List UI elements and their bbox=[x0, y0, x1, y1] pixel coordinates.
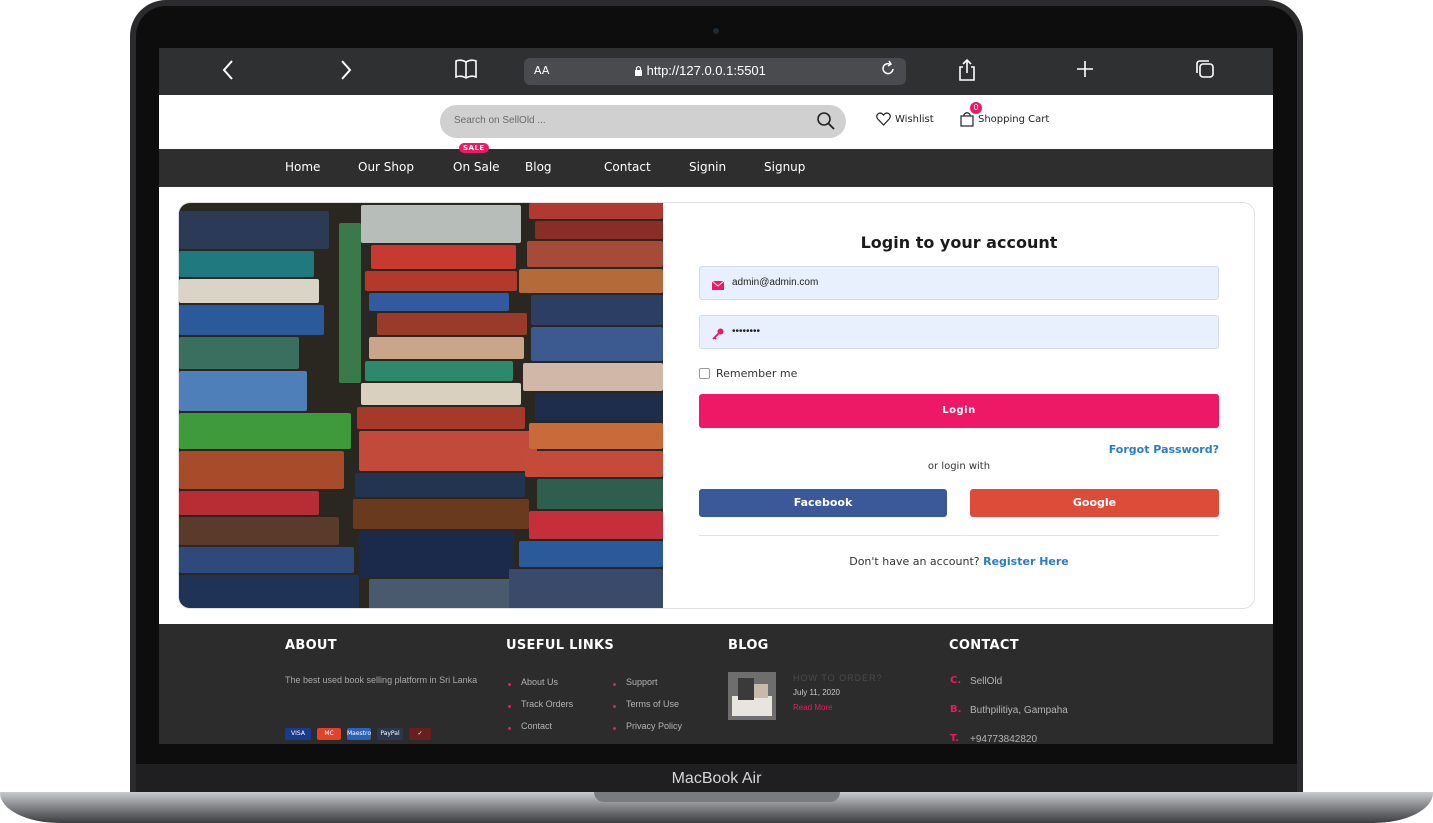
lock-icon bbox=[635, 65, 642, 76]
blog-post-date: July 11, 2020 bbox=[793, 688, 840, 697]
nav-our-shop[interactable]: Our Shop bbox=[358, 160, 414, 174]
book-icon[interactable] bbox=[454, 58, 478, 87]
camera bbox=[713, 28, 719, 34]
footer-link-contact[interactable]: Contact bbox=[521, 721, 552, 731]
key-icon bbox=[712, 325, 724, 340]
remember-me[interactable]: Remember me bbox=[699, 367, 797, 380]
main-nav: Home Our Shop SALE On Sale Blog Contact … bbox=[159, 143, 1273, 187]
blog-read-more-link[interactable]: Read More bbox=[793, 703, 833, 712]
contact-company: SellOld bbox=[970, 676, 1003, 687]
url-row: http://127.0.0.1:5501 bbox=[634, 63, 794, 78]
footer-link-support[interactable]: Support bbox=[626, 677, 658, 687]
footer-link-terms[interactable]: Terms of Use bbox=[626, 699, 679, 709]
visa-icon: VISA bbox=[285, 728, 311, 740]
chevron-right-icon[interactable] bbox=[339, 58, 353, 89]
footer-link-about-us[interactable]: About Us bbox=[521, 677, 558, 687]
browser-toolbar: AA http://127.0.0.1:5501 bbox=[159, 48, 1273, 95]
paypal-icon: PayPal bbox=[377, 728, 403, 740]
search-bar[interactable]: Search on SellOld ... bbox=[440, 105, 846, 138]
cart-label: Shopping Cart bbox=[978, 113, 1050, 125]
wishlist-label: Wishlist bbox=[895, 113, 934, 125]
footer-contact-heading: CONTACT bbox=[949, 638, 1019, 653]
footer-links-heading: USEFUL LINKS bbox=[506, 638, 615, 653]
blog-post-title[interactable]: HOW TO ORDER? bbox=[793, 673, 883, 683]
remember-checkbox[interactable] bbox=[699, 368, 710, 379]
email-field[interactable]: admin@admin.com bbox=[699, 266, 1219, 300]
search-icon[interactable] bbox=[816, 111, 836, 131]
heart-icon bbox=[876, 112, 891, 126]
envelope-icon bbox=[711, 276, 725, 290]
password-field[interactable]: •••••••• bbox=[699, 315, 1219, 349]
login-card: Login to your account admin@admin.com ••… bbox=[178, 202, 1255, 609]
share-icon[interactable] bbox=[957, 58, 977, 89]
nav-blog[interactable]: Blog bbox=[525, 160, 552, 174]
remember-label: Remember me bbox=[716, 367, 798, 380]
contact-letter-c: C. bbox=[950, 675, 962, 686]
shopping-cart-link[interactable]: 0 Shopping Cart bbox=[959, 102, 1050, 129]
reload-icon[interactable] bbox=[882, 60, 896, 80]
cart-count-badge: 0 bbox=[970, 102, 982, 114]
nav-home[interactable]: Home bbox=[285, 160, 320, 174]
footer-blog-heading: BLOG bbox=[728, 638, 769, 653]
contact-letter-t: T. bbox=[950, 733, 960, 744]
tabs-icon[interactable] bbox=[1194, 58, 1216, 87]
device-label: MacBook Air bbox=[671, 770, 762, 787]
password-value: •••••••• bbox=[732, 326, 761, 337]
or-login-with: or login with bbox=[927, 461, 991, 472]
blog-thumbnail[interactable] bbox=[728, 672, 776, 720]
sale-badge: SALE bbox=[459, 143, 489, 153]
footer-about-heading: ABOUT bbox=[285, 638, 337, 653]
footer-link-track-orders[interactable]: Track Orders bbox=[521, 699, 573, 709]
url-text: http://127.0.0.1:5501 bbox=[646, 63, 766, 78]
wishlist-link[interactable]: Wishlist bbox=[876, 109, 934, 129]
contact-address: Buthpilitiya, Gampaha bbox=[970, 705, 1068, 716]
footer-link-privacy[interactable]: Privacy Policy bbox=[626, 721, 682, 731]
nav-contact[interactable]: Contact bbox=[604, 160, 651, 174]
shopping-bag-icon: 0 bbox=[959, 102, 982, 127]
laptop-notch bbox=[594, 792, 840, 802]
plus-icon[interactable] bbox=[1075, 58, 1095, 87]
mastercard-icon: MC bbox=[317, 728, 341, 740]
screen: AA http://127.0.0.1:5501 Search on SellO… bbox=[159, 48, 1273, 744]
login-button[interactable]: Login bbox=[699, 394, 1219, 428]
nav-signup[interactable]: Signup bbox=[764, 160, 805, 174]
search-input[interactable]: Search on SellOld ... bbox=[454, 115, 546, 126]
nav-on-sale[interactable]: On Sale bbox=[453, 160, 500, 174]
nav-signin[interactable]: Signin bbox=[689, 160, 726, 174]
divider bbox=[699, 535, 1219, 536]
chevron-left-icon[interactable] bbox=[221, 58, 235, 89]
forgot-password-link[interactable]: Forgot Password? bbox=[1059, 443, 1219, 456]
verified-icon: ✓ bbox=[409, 728, 431, 740]
site-header: Search on SellOld ... Wishlist 0 Shoppin… bbox=[159, 95, 1273, 149]
register-link[interactable]: Register Here bbox=[983, 555, 1069, 568]
footer-about-text: The best used book selling platform in S… bbox=[285, 675, 478, 685]
email-value: admin@admin.com bbox=[732, 277, 819, 288]
text-size-button[interactable]: AA bbox=[534, 64, 549, 77]
no-account-text: Don't have an account? bbox=[849, 555, 980, 568]
login-title: Login to your account bbox=[860, 233, 1058, 252]
register-line: Don't have an account? Register Here bbox=[699, 555, 1219, 568]
google-button[interactable]: Google bbox=[970, 489, 1219, 517]
site-footer: ABOUT The best used book selling platfor… bbox=[159, 624, 1273, 744]
address-bar[interactable]: AA http://127.0.0.1:5501 bbox=[524, 58, 906, 85]
books-image bbox=[179, 203, 663, 608]
contact-phone[interactable]: +94773842820 bbox=[970, 734, 1037, 744]
contact-letter-b: B. bbox=[950, 704, 962, 715]
facebook-button[interactable]: Facebook bbox=[699, 489, 947, 517]
maestro-icon: Maestro bbox=[347, 728, 371, 740]
